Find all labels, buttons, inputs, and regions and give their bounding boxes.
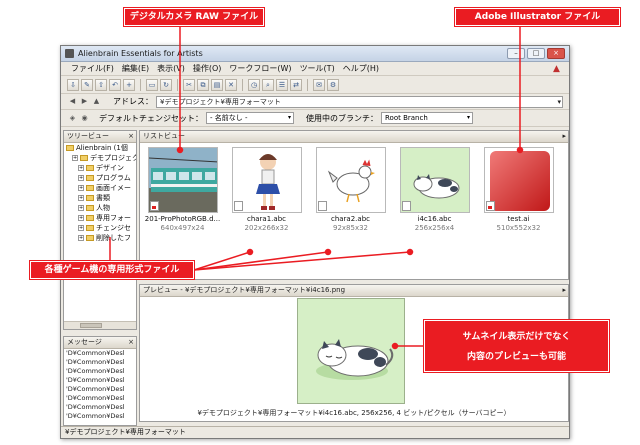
- callout-preview-line1: サムネイル表示だけでなく: [462, 332, 571, 342]
- leader-game-dot: [406, 248, 414, 256]
- callout-game-format: 各種ゲーム機の専用形式ファイル: [30, 261, 194, 279]
- leader-game-dot: [324, 248, 332, 256]
- leader-game-dot: [246, 248, 254, 256]
- callout-preview: サムネイル表示だけでなく 内容のプレビューも可能: [424, 320, 609, 372]
- callout-preview-line2: 内容のプレビューも可能: [466, 352, 566, 362]
- callout-illustrator-file: Adobe Illustrator ファイル: [455, 8, 620, 26]
- callout-raw-file: デジタルカメラ RAW ファイル: [124, 8, 264, 26]
- leader-game-4: [193, 251, 411, 271]
- annotated-screenshot: Alienbrain Essentials for Artists – □ × …: [0, 0, 640, 445]
- leader-thumb-dot: [391, 342, 399, 350]
- leader-ai-dot: [516, 146, 524, 154]
- callout-leaders: [109, 26, 524, 350]
- leader-raw-dot: [176, 146, 184, 154]
